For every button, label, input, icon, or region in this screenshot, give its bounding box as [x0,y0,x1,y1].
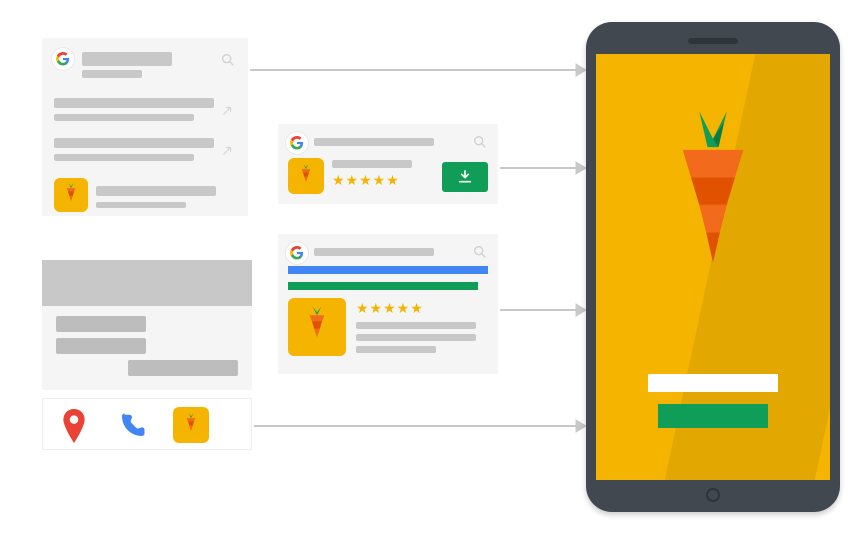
carrot-app-icon [54,178,88,212]
rating-stars: ★★★★★ [356,300,424,317]
diagram-canvas: ★★★★★ ★★★★★ [0,0,860,535]
carrot-app-icon [288,158,324,194]
carrot-app-icon [173,407,209,443]
download-icon [457,169,473,185]
search-icon [472,134,488,150]
card-play-full: ★★★★★ [278,234,498,374]
search-icon [220,52,236,68]
carrot-app-icon [658,108,768,293]
download-button[interactable] [442,162,488,192]
flow-arrow [254,416,586,436]
google-g-icon [52,48,74,70]
phone-call-icon [117,411,147,441]
phone-cta-secondary[interactable] [658,404,768,428]
carrot-app-icon [288,298,346,356]
google-g-icon [286,242,308,264]
google-g-icon [286,132,308,154]
phone-speaker [688,38,738,44]
card-search-results [42,38,248,216]
search-icon [472,244,488,260]
outbound-arrow-icon [220,144,234,158]
outbound-arrow-icon [220,104,234,118]
rating-stars: ★★★★★ [332,172,400,189]
phone-screen [596,54,830,480]
flow-arrow [500,300,586,320]
phone-home-button [706,488,720,502]
card-play-compact: ★★★★★ [278,124,498,204]
phone-cta-primary[interactable] [648,374,778,392]
phone-mockup [586,22,840,512]
flow-arrow [500,158,586,178]
card-display-placement [42,260,252,390]
card-local-actions [42,398,252,450]
map-pin-icon [61,409,87,443]
flow-arrow [250,60,586,80]
